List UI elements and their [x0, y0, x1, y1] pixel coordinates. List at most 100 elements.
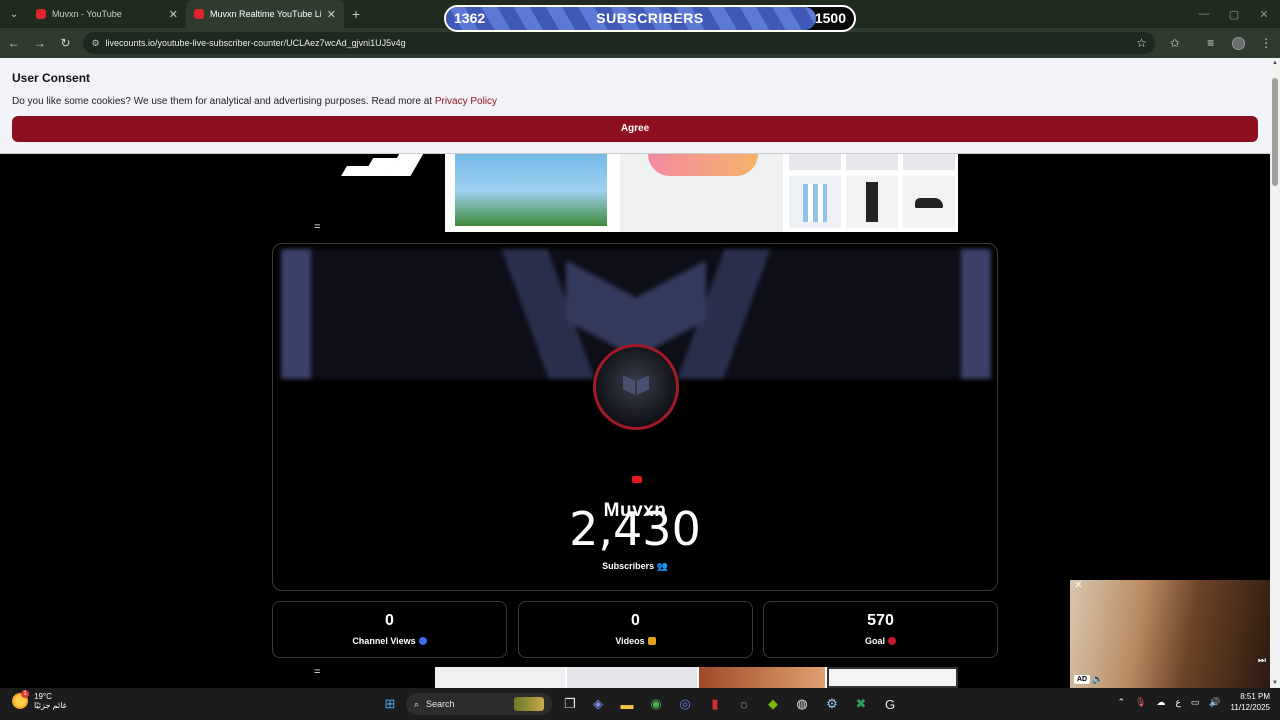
subscribers-label-text: Subscribers [602, 561, 655, 571]
consent-title: User Consent [12, 71, 91, 85]
copilot-icon[interactable]: ◈ [586, 692, 610, 716]
channel-avatar[interactable] [593, 344, 679, 430]
language-indicator[interactable]: ع [1175, 697, 1180, 708]
chrome-icon[interactable]: ◉ [644, 692, 668, 716]
youtube-icon[interactable] [632, 476, 642, 483]
stat-value: 0 [631, 612, 640, 629]
ad-thumb-sneaker [903, 176, 955, 228]
consent-text: Do you like some cookies? We use them fo… [12, 96, 435, 107]
agree-button[interactable]: Agree [12, 116, 1258, 142]
ad-thumb-pants [846, 176, 898, 228]
m-logo-icon [623, 375, 649, 396]
scroll-thumb[interactable] [1272, 78, 1278, 186]
target-icon [888, 637, 896, 645]
floating-video-ad[interactable]: ✕ AD 🔈 ⏭ [1070, 580, 1270, 688]
close-tab-icon[interactable]: ✕ [327, 8, 336, 21]
tab-muvxn-youtube[interactable]: Muvxn - YouTube ✕ [28, 0, 186, 28]
page-viewport: User Consent Do you like some cookies? W… [0, 58, 1270, 688]
sync-icon[interactable]: ◌ [732, 692, 756, 716]
subscriber-count: 2,430 [569, 502, 701, 556]
close-window-icon[interactable]: ✕ [1248, 0, 1280, 28]
ad-image-shoe [620, 148, 783, 232]
subscriber-goal-bar: 1362 SUBSCRIBERS 1500 [444, 5, 856, 32]
scroll-down-icon[interactable]: ▼ [1270, 680, 1280, 686]
stat-label-text: Channel Views [352, 636, 416, 646]
stat-goal: 570 Goal [763, 601, 998, 658]
logitech-icon[interactable]: G [878, 692, 902, 716]
nvidia-icon[interactable]: ◆ [761, 692, 785, 716]
youtube-favicon-icon [36, 9, 46, 19]
microphone-icon[interactable]: 🎙 [1135, 697, 1146, 708]
discord-icon[interactable]: ◎ [673, 692, 697, 716]
taskbar-search[interactable]: ⌕ Search [406, 693, 552, 715]
address-bar: ← → ↻ ⚙ livecounts.io/youtube-live-subsc… [0, 28, 1280, 58]
ad-image-player [455, 148, 607, 226]
close-ad-icon[interactable]: ✕ [1074, 580, 1082, 591]
taskbar: 1 19°C غائم جزئيًا ⊞ ⌕ Search ❐ ◈ ▬ ◉ ◎ … [0, 688, 1280, 720]
camera-icon [647, 637, 656, 645]
eye-icon [418, 637, 427, 645]
subscribers-label: Subscribers 👥 [273, 561, 997, 572]
tab-label: Muvxn - YouTube [52, 9, 122, 19]
search-icon: ⌕ [414, 698, 420, 709]
users-icon: 👥 [656, 561, 668, 571]
bookmark-star-icon[interactable]: ☆ [1136, 36, 1147, 50]
scroll-up-icon[interactable]: ▲ [1270, 60, 1280, 66]
netflix-icon[interactable]: ▮ [703, 692, 727, 716]
extension-star-icon[interactable]: ✩ [1161, 31, 1189, 55]
page-scrollbar[interactable]: ▲ ▼ [1270, 58, 1280, 688]
volume-icon[interactable]: 🔈 [1092, 674, 1103, 685]
stat-value: 0 [385, 612, 394, 629]
forward-icon[interactable]: → [28, 31, 52, 55]
livecounts-favicon-icon [194, 9, 204, 19]
tab-search-icon[interactable]: ⌄ [0, 0, 28, 28]
ad-thumb-jersey [789, 176, 841, 228]
url-field[interactable]: ⚙ livecounts.io/youtube-live-subscriber-… [83, 32, 1155, 54]
ad-banner-top[interactable] [445, 148, 958, 232]
reading-list-icon[interactable]: ≡ [1197, 31, 1225, 55]
stat-value: 570 [867, 612, 894, 629]
tab-livecounts[interactable]: Muvxn Realtime YouTube Live S ✕ [186, 0, 344, 28]
excel-icon[interactable]: ✖ [849, 692, 873, 716]
stat-label: Channel Views [273, 636, 506, 646]
clock[interactable]: 8:51 PM 11/12/2025 [1231, 691, 1270, 713]
stat-label-text: Goal [864, 636, 885, 646]
menu-kebab-icon[interactable]: ⋮ [1252, 31, 1280, 55]
weather-icon: 1 [12, 690, 29, 709]
windows-start-icon[interactable]: ⊞ [378, 692, 402, 716]
new-tab-button[interactable]: + [344, 6, 368, 22]
clock-time: 8:51 PM [1240, 692, 1270, 701]
weather-temp: 19°C [34, 692, 52, 701]
maximize-icon[interactable]: ▢ [1218, 0, 1250, 28]
chevron-up-icon[interactable]: ⌃ [1117, 697, 1125, 708]
site-info-icon[interactable]: ⚙ [91, 38, 99, 49]
weather-widget[interactable]: 1 19°C غائم جزئيًا [12, 690, 67, 710]
system-tray: ⌃ 🎙 ☁ ع ▭ 🔊 8:51 PM 11/12/2025 [1117, 691, 1270, 713]
clock-date: 11/12/2025 [1230, 703, 1270, 712]
goal-target: 1500 [814, 10, 846, 26]
profile-avatar[interactable] [1224, 31, 1252, 55]
steam-icon[interactable]: ⚙ [820, 692, 844, 716]
task-view-icon[interactable]: ❐ [558, 692, 582, 716]
cookie-consent-banner: User Consent Do you like some cookies? W… [0, 58, 1270, 154]
reload-icon[interactable]: ↻ [54, 31, 78, 55]
close-tab-icon[interactable]: ✕ [169, 8, 178, 21]
url-text: livecounts.io/youtube-live-subscriber-co… [105, 38, 406, 48]
weather-badge: 1 [21, 690, 29, 698]
search-highlight-image [514, 697, 544, 711]
file-explorer-icon[interactable]: ▬ [615, 692, 639, 716]
ad-badge: AD [1074, 675, 1091, 684]
network-icon[interactable]: ▭ [1191, 697, 1200, 708]
goal-label: SUBSCRIBERS [596, 10, 704, 26]
minimize-icon[interactable]: — [1188, 0, 1220, 28]
obs-icon[interactable]: ◍ [790, 692, 814, 716]
stat-label: Videos [519, 636, 752, 646]
ad-banner-bottom[interactable] [435, 667, 958, 688]
stat-videos: 0 Videos [518, 601, 753, 658]
cloud-icon[interactable]: ☁ [1156, 697, 1165, 708]
volume-icon[interactable]: 🔊 [1209, 697, 1220, 708]
skip-icon[interactable]: ⏭ [1258, 655, 1266, 666]
back-icon[interactable]: ← [2, 31, 26, 55]
stat-channel-views: 0 Channel Views [272, 601, 507, 658]
privacy-policy-link[interactable]: Privacy Policy [435, 96, 497, 107]
